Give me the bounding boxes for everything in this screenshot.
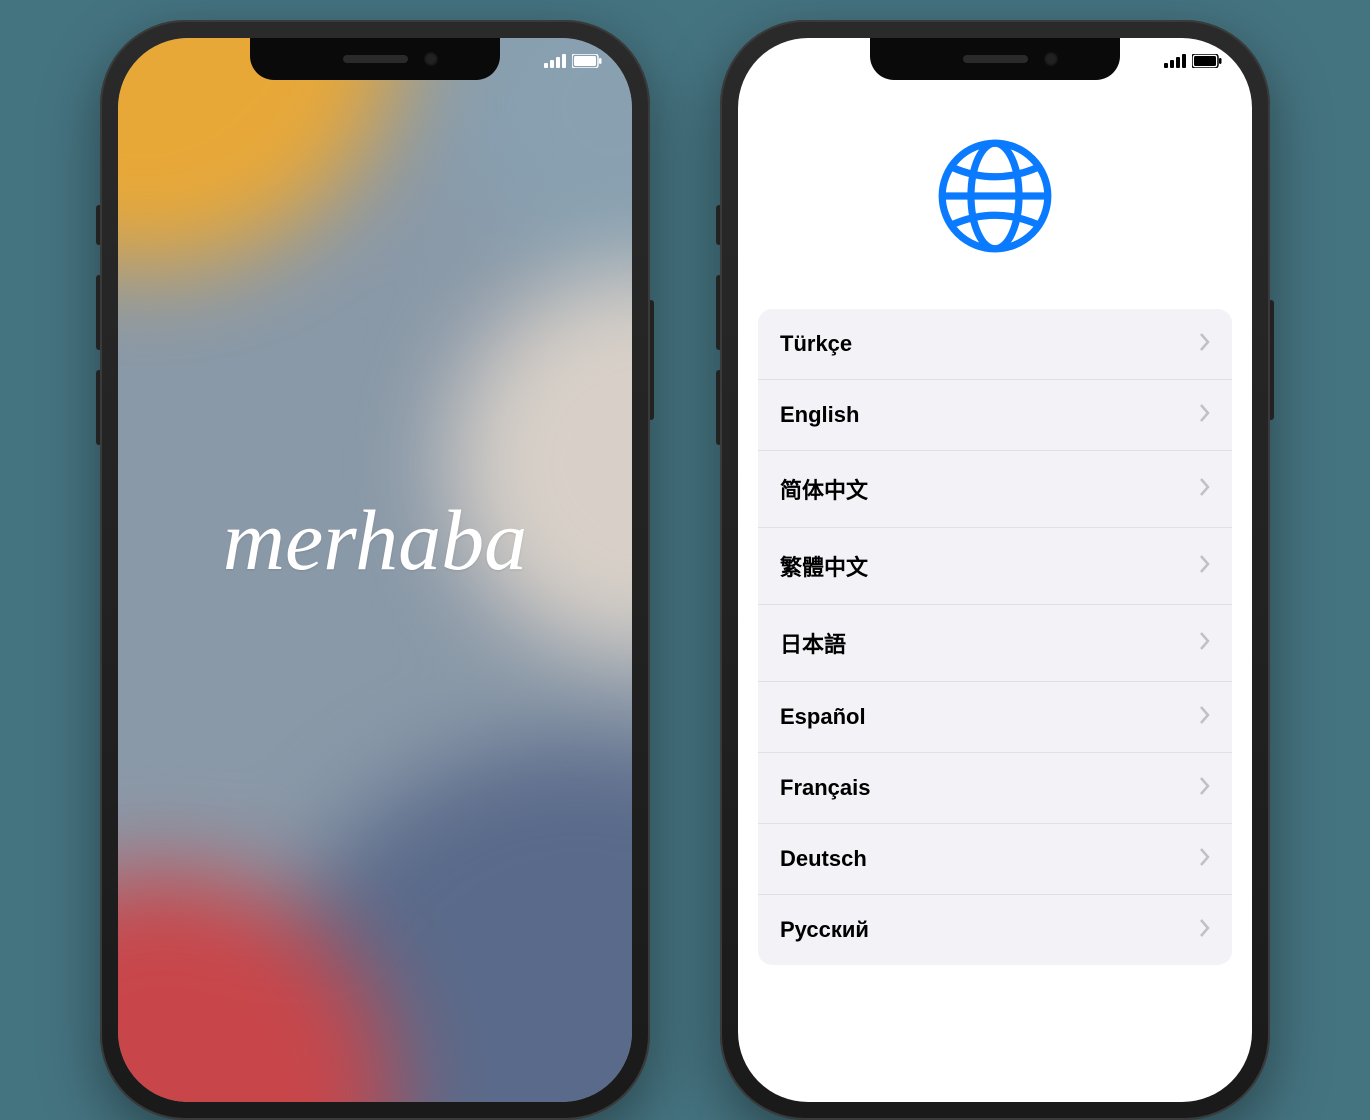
language-item-japanese[interactable]: 日本語 <box>758 605 1232 682</box>
battery-icon <box>572 54 602 73</box>
phone-hello: merhaba <box>100 20 650 1120</box>
cellular-signal-icon <box>1164 54 1186 73</box>
notch <box>870 38 1120 80</box>
cellular-signal-icon <box>544 54 566 73</box>
language-item-russian[interactable]: Русский <box>758 895 1232 965</box>
chevron-right-icon <box>1200 555 1210 578</box>
chevron-right-icon <box>1200 478 1210 501</box>
status-bar <box>1164 54 1222 73</box>
chevron-right-icon <box>1200 632 1210 655</box>
notch <box>250 38 500 80</box>
language-item-turkce[interactable]: Türkçe <box>758 309 1232 380</box>
hello-greeting-text: merhaba <box>223 490 527 590</box>
language-label: 繁體中文 <box>780 550 868 582</box>
language-label: English <box>780 402 859 428</box>
language-label: Deutsch <box>780 846 867 872</box>
phone-frame: merhaba <box>100 20 650 1120</box>
language-item-simplified-chinese[interactable]: 简体中文 <box>758 451 1232 528</box>
language-label: 简体中文 <box>780 473 868 505</box>
phone-screen: merhaba <box>118 38 632 1102</box>
language-label: 日本語 <box>780 627 846 659</box>
language-item-espanol[interactable]: Español <box>758 682 1232 753</box>
language-label: Español <box>780 704 866 730</box>
language-label: Français <box>780 775 871 801</box>
status-bar <box>544 54 602 73</box>
speaker-grille <box>963 55 1028 63</box>
front-camera <box>424 52 438 66</box>
chevron-right-icon <box>1200 919 1210 942</box>
language-label: Русский <box>780 917 869 943</box>
phone-screen: Türkçe English 简体中文 繁體中文 <box>738 38 1252 1102</box>
phone-frame: Türkçe English 简体中文 繁體中文 <box>720 20 1270 1120</box>
chevron-right-icon <box>1200 404 1210 427</box>
speaker-grille <box>343 55 408 63</box>
language-item-deutsch[interactable]: Deutsch <box>758 824 1232 895</box>
front-camera <box>1044 52 1058 66</box>
chevron-right-icon <box>1200 777 1210 800</box>
chevron-right-icon <box>1200 848 1210 871</box>
phone-language-picker: Türkçe English 简体中文 繁體中文 <box>720 20 1270 1120</box>
language-selection-screen: Türkçe English 简体中文 繁體中文 <box>738 38 1252 1102</box>
language-item-francais[interactable]: Français <box>758 753 1232 824</box>
chevron-right-icon <box>1200 333 1210 356</box>
battery-icon <box>1192 54 1222 73</box>
language-label: Türkçe <box>780 331 852 357</box>
globe-icon <box>935 136 1055 261</box>
hello-screen[interactable]: merhaba <box>118 38 632 1102</box>
chevron-right-icon <box>1200 706 1210 729</box>
language-item-traditional-chinese[interactable]: 繁體中文 <box>758 528 1232 605</box>
language-item-english[interactable]: English <box>758 380 1232 451</box>
language-list: Türkçe English 简体中文 繁體中文 <box>758 309 1232 965</box>
